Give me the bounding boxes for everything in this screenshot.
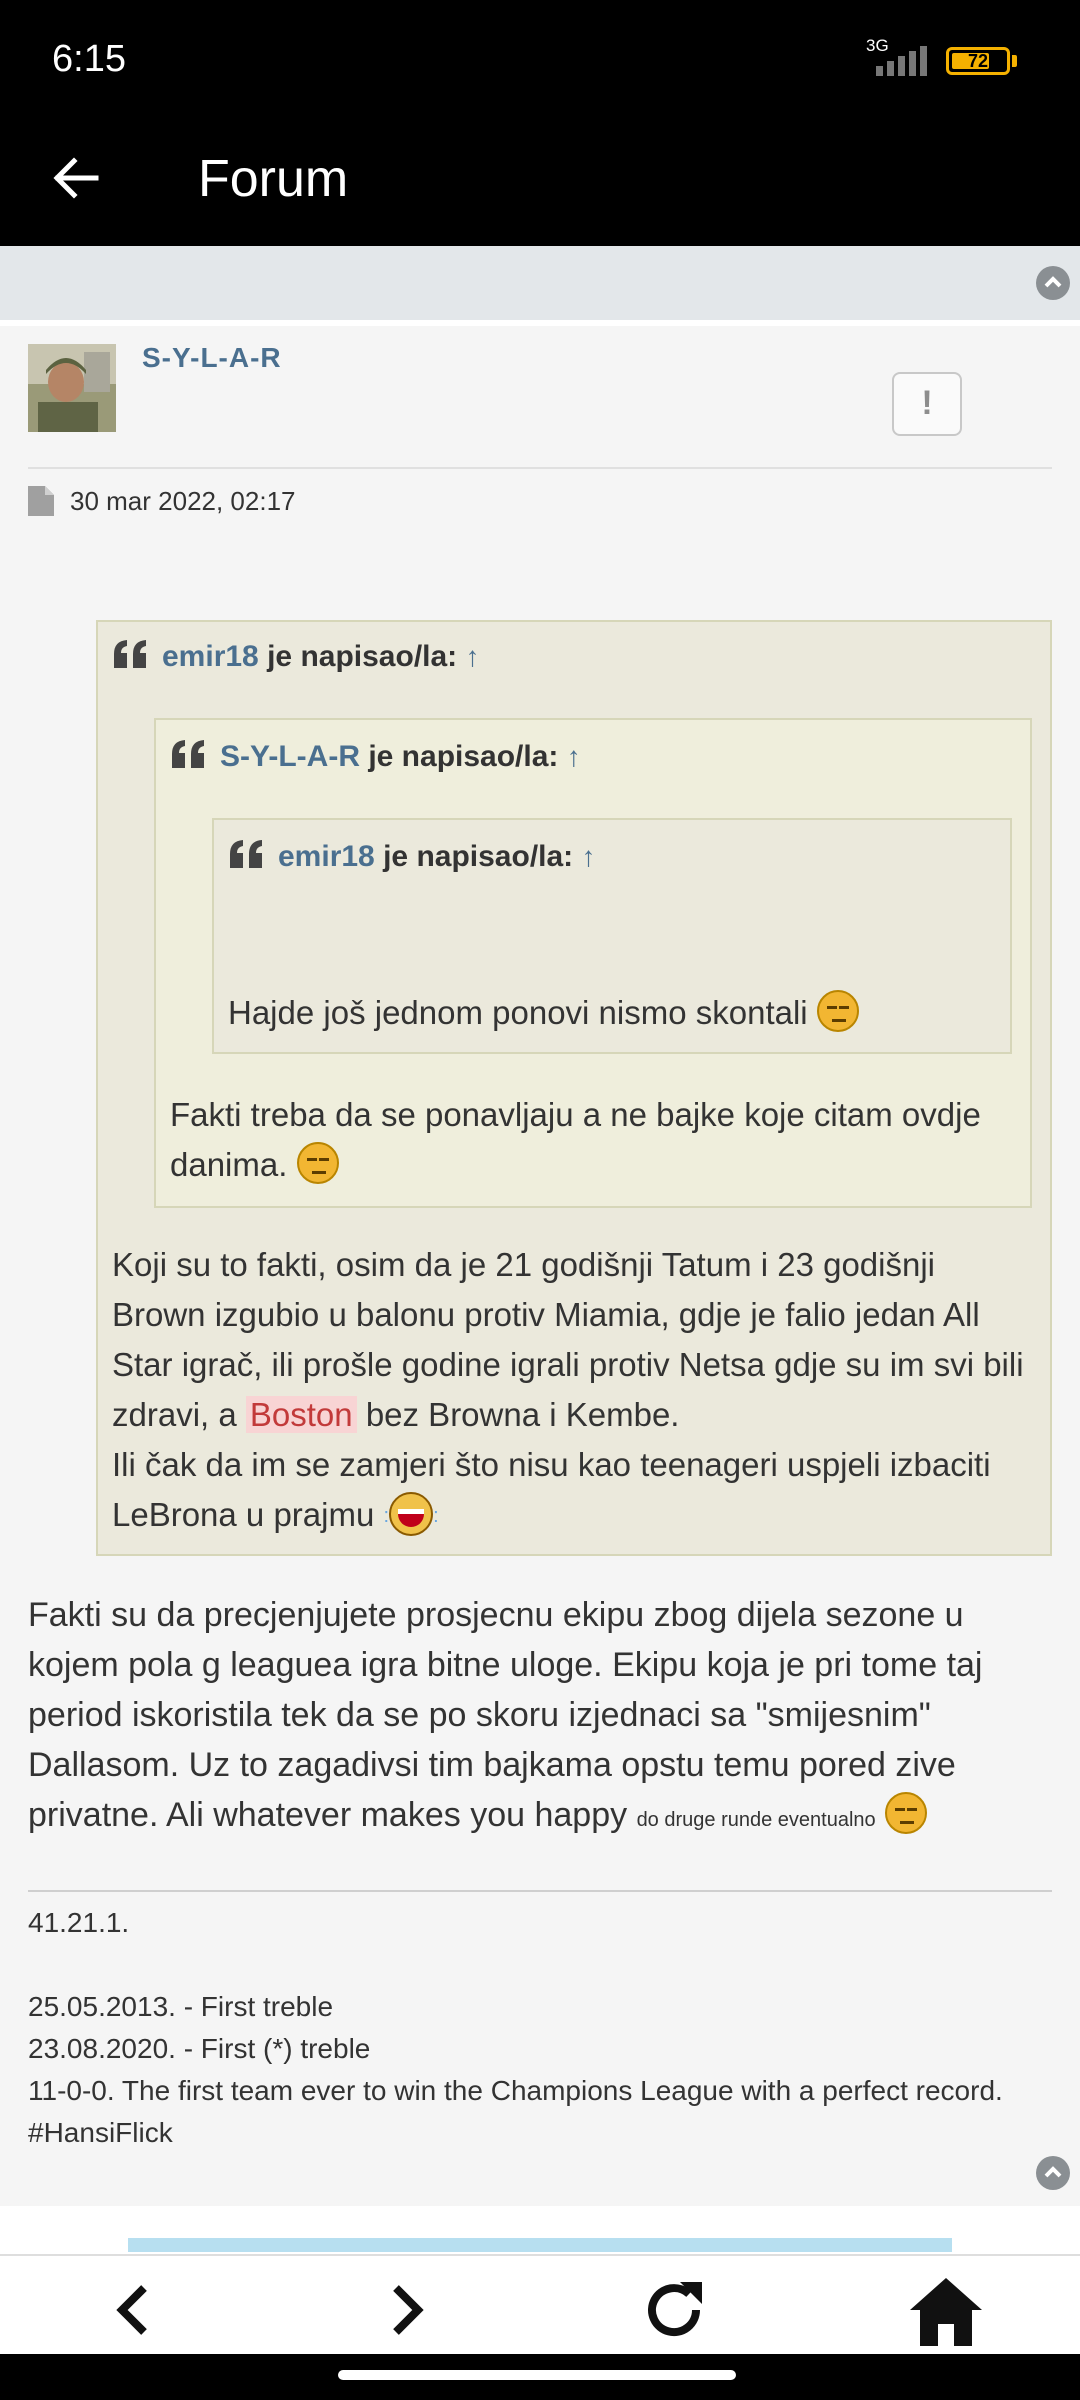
status-bar: 6:15 3G 72: [0, 0, 1080, 120]
gesture-bar: [0, 2354, 1080, 2400]
quote-text-part3: Ili čak da im se zamjeri što nisu kao te…: [112, 1446, 991, 1533]
divider: [28, 467, 1052, 469]
arrow-left-icon[interactable]: [46, 148, 106, 208]
network-indicator: 3G: [866, 36, 936, 76]
quote-icon: [230, 840, 262, 868]
signature-line: 23.08.2020. - First (*) treble: [28, 2033, 371, 2064]
smirk-emoji-icon: [296, 1142, 339, 1184]
quote-text-inner: Hajde još jednom ponovi nismo skontali: [228, 994, 808, 1031]
go-to-quote-link[interactable]: ↑: [466, 641, 480, 672]
quote-icon: [172, 740, 204, 768]
avatar[interactable]: [28, 344, 116, 432]
quote-icon: [114, 640, 146, 668]
post-header-strip: [0, 246, 1080, 320]
chevron-up-circle-icon[interactable]: [1036, 266, 1070, 300]
signature-line: [28, 1944, 1028, 1986]
post-body: Fakti su da precjenjujete prosjecnu ekip…: [28, 1590, 1038, 1845]
go-to-quote-link[interactable]: ↑: [567, 741, 581, 772]
quote-author-link[interactable]: S-Y-L-A-R: [220, 740, 360, 773]
signature-divider: [28, 1890, 1052, 1892]
document-icon: [28, 486, 54, 516]
reply-small-text: do druge runde eventualno: [636, 1809, 876, 1831]
chevron-left-icon[interactable]: [94, 2270, 174, 2350]
reload-icon[interactable]: [636, 2270, 716, 2350]
quote-suffix: je napisao/la:: [267, 640, 458, 673]
quote-text-part2: bez Browna i Kembe.: [365, 1396, 680, 1433]
tear-icon: :: [433, 1505, 439, 1527]
quote-text: Koji su to fakti, osim da je 21 godišnji…: [112, 1240, 1032, 1541]
author-link[interactable]: S-Y-L-A-R: [142, 342, 282, 374]
battery-icon: 72: [946, 47, 1010, 75]
bottom-nav: [0, 2254, 1080, 2354]
quote-author-link[interactable]: emir18: [278, 840, 375, 873]
highlighted-keyword: Boston: [245, 1396, 357, 1433]
battery-level: 72: [967, 51, 989, 71]
go-to-quote-link[interactable]: ↑: [582, 841, 596, 872]
quote-text: Fakti treba da se ponavljaju a ne bajke …: [170, 1090, 1010, 1190]
signature-line: 11-0-0. The first team ever to win the C…: [28, 2075, 1003, 2148]
laughing-emoji-icon: [389, 1492, 434, 1536]
quote-block-inner: emir18 je napisao/la: ↑ Hajde još jednom…: [212, 818, 1012, 1054]
signal-icon: [876, 46, 927, 76]
app-bar: Forum: [0, 120, 1080, 246]
quote-suffix: je napisao/la:: [383, 840, 574, 873]
chevron-up-circle-icon[interactable]: [1036, 2156, 1070, 2190]
home-icon[interactable]: [906, 2270, 986, 2350]
quote-header: emir18 je napisao/la: ↑: [112, 640, 480, 674]
exclamation-icon: !: [921, 384, 933, 422]
quote-author-link[interactable]: emir18: [162, 640, 259, 673]
date-text: 30 mar 2022, 02:17: [70, 486, 296, 516]
status-time: 6:15: [52, 38, 126, 80]
ad-banner[interactable]: [128, 2238, 952, 2252]
signature-line: 41.21.1.: [28, 1907, 130, 1938]
report-button[interactable]: !: [892, 372, 962, 436]
signature-line: 25.05.2013. - First treble: [28, 1991, 334, 2022]
home-indicator[interactable]: [338, 2370, 736, 2380]
quote-header: emir18 je napisao/la: ↑: [228, 840, 596, 874]
quote-suffix: je napisao/la:: [368, 740, 559, 773]
quote-header: S-Y-L-A-R je napisao/la: ↑: [170, 740, 581, 774]
smirk-emoji-icon: [885, 1792, 928, 1834]
smirk-emoji-icon: [816, 990, 859, 1032]
signature: 41.21.1. 25.05.2013. - First treble 23.0…: [28, 1902, 1028, 2154]
quote-text-middle: Fakti treba da se ponavljaju a ne bajke …: [170, 1096, 981, 1183]
battery-tip: [1012, 55, 1017, 67]
reply-text: Fakti su da precjenjujete prosjecnu ekip…: [28, 1596, 983, 1834]
page-title: Forum: [198, 150, 349, 208]
chevron-right-icon[interactable]: [366, 2270, 446, 2350]
quote-text: Hajde još jednom ponovi nismo skontali: [228, 988, 998, 1038]
